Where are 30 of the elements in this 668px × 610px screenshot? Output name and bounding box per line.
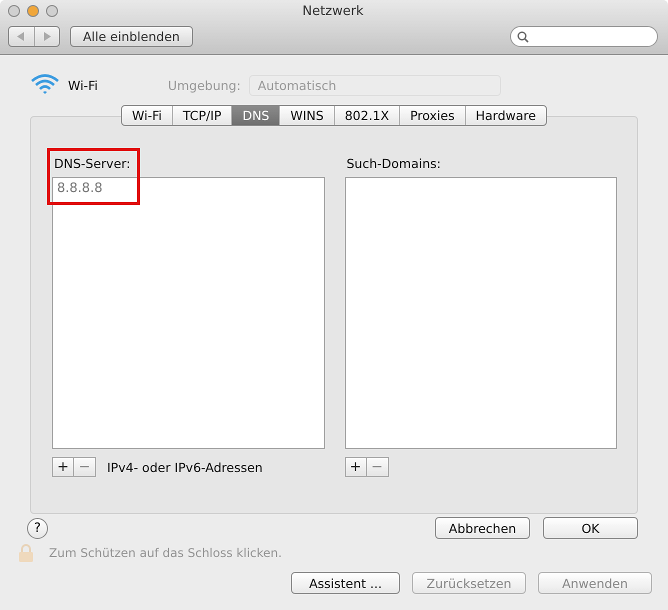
list-label: DNS-Server: [54,156,132,171]
add-button[interactable]: + [52,457,74,477]
list-label: Such-Domains: [346,156,442,171]
list-entry[interactable]: 8.8.8.8 [57,180,102,197]
dialog-button[interactable]: OK [543,517,638,539]
tab[interactable]: 802.1X [334,106,400,125]
tab[interactable]: DNS [231,106,280,125]
tab[interactable]: Wi-Fi [122,106,172,125]
search-icon [517,30,529,42]
search-field[interactable] [510,26,658,47]
location-label: Umgebung: [168,78,241,92]
lock-icon [18,544,34,562]
lock-hint: Zum Schützen auf das Schloss klicken. [49,546,282,560]
tab[interactable]: WINS [279,106,334,125]
show-all-button[interactable]: Alle einblenden [70,26,193,47]
left-arrow-icon [17,32,26,41]
address-list[interactable]: 8.8.8.8 [52,177,324,449]
service-name: Wi-Fi [68,78,98,92]
zoom-button[interactable] [46,5,58,17]
window-title: Netzwerk [302,4,364,18]
footer-button[interactable]: Assistent ... [291,572,400,594]
close-button[interactable] [8,5,20,17]
right-arrow-icon [42,32,51,41]
hint-text: IPv4- oder IPv6-Adressen [107,460,263,474]
tab[interactable]: Hardware [464,106,546,125]
minimize-button[interactable] [27,5,39,17]
tab[interactable]: Proxies [399,106,465,125]
dialog-button[interactable]: Abbrechen [435,517,530,539]
help-button[interactable]: ? [27,518,48,538]
add-button[interactable]: + [344,457,366,477]
